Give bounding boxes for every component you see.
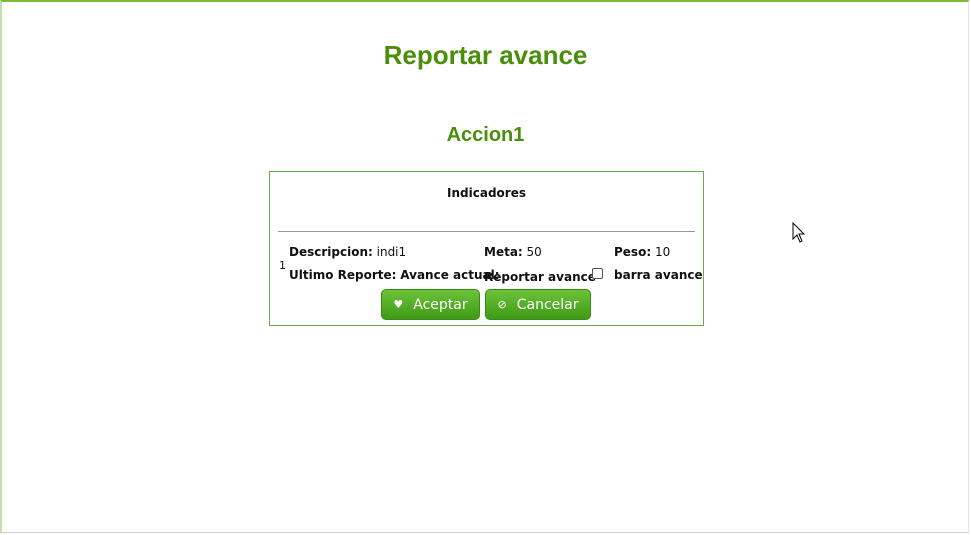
ultimo-reporte-label: Ultimo Reporte: [289, 268, 397, 282]
panel-header: Indicadores [447, 186, 526, 200]
reportar-avance-field: Reportar avance [484, 270, 596, 284]
panel-divider [278, 231, 695, 232]
reportar-avance-label: Reportar avance [484, 270, 596, 284]
meta-field: Meta: 50 [484, 245, 542, 259]
barra-avance-label: barra avance [614, 268, 703, 282]
indicators-panel: Indicadores 1 Descripcion: indi1 Meta: 5… [269, 171, 704, 326]
barra-avance-field: barra avance [614, 268, 703, 282]
cancel-button[interactable]: ⊘ Cancelar [485, 289, 591, 320]
mouse-pointer-icon [792, 222, 806, 243]
peso-value: 10 [654, 245, 671, 259]
cancel-button-label: Cancelar [516, 296, 579, 313]
section-title: Accion1 [446, 124, 525, 146]
ultimo-reporte-field: Ultimo Reporte: Avance actual: [289, 268, 500, 282]
descripcion-label: Descripcion: [289, 245, 373, 259]
ban-icon: ⊘ [497, 298, 507, 311]
row-number: 1 [279, 259, 286, 272]
descripcion-value: indi1 [376, 245, 407, 259]
meta-value: 50 [526, 245, 542, 259]
page-title: Reportar avance [383, 40, 588, 70]
heart-icon: ♥ [393, 298, 404, 311]
reportar-avance-checkbox[interactable] [592, 268, 603, 279]
descripcion-field: Descripcion: indi1 [289, 245, 406, 259]
accept-button-label: Aceptar [413, 296, 468, 313]
accept-button[interactable]: ♥ Aceptar [381, 289, 480, 320]
peso-field: Peso: 10 [614, 245, 670, 259]
peso-label: Peso: [614, 245, 652, 259]
meta-label: Meta: [484, 245, 523, 259]
